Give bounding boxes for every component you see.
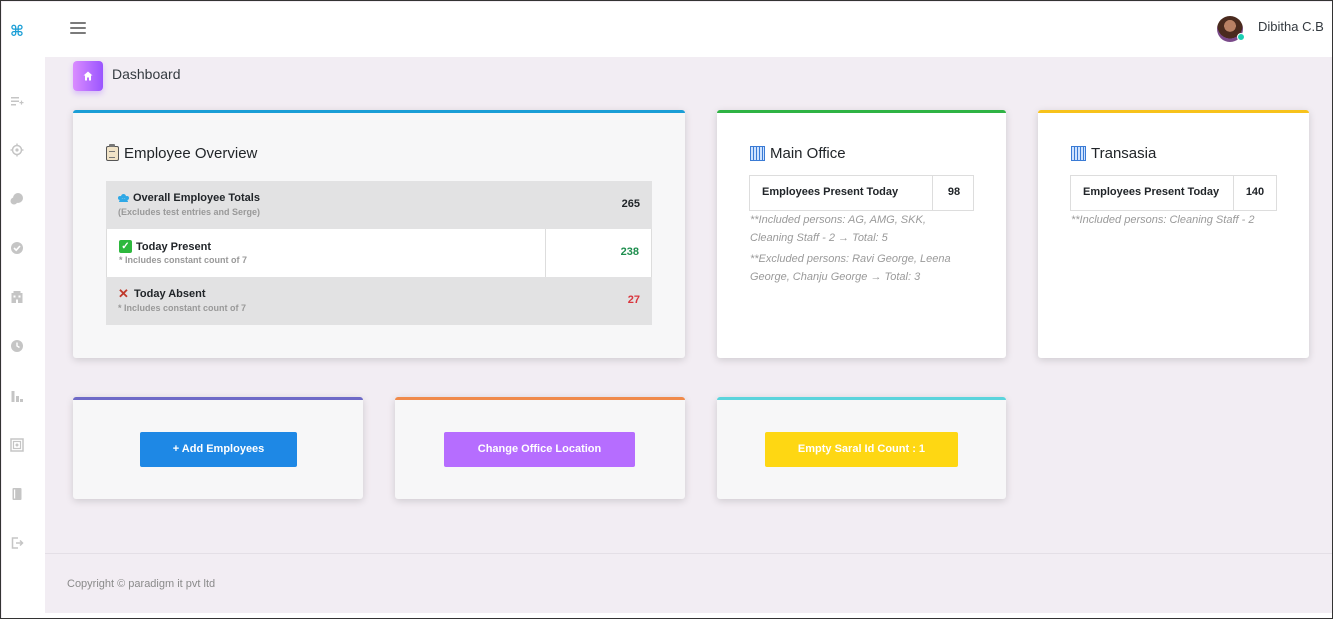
office-building-icon: [750, 146, 765, 161]
included-persons-note: **Included persons: AG, AMG, SKK, Cleani…: [750, 211, 926, 247]
top-navbar: Dibitha C.B: [45, 2, 1332, 57]
empty-saral-id-button[interactable]: Empty Saral Id Count : 1: [765, 432, 958, 467]
main-office-present-box: Employees Present Today 98: [749, 175, 974, 211]
overview-row-label: ✓ Today Present: [119, 240, 211, 253]
image-icon[interactable]: [10, 438, 24, 452]
change-office-location-button[interactable]: Change Office Location: [444, 432, 635, 467]
app-frame: ⌘ Dibitha C.B Dashboard Employee Overvie…: [0, 0, 1333, 619]
present-label: Today Present: [136, 240, 211, 253]
copyright-text: Copyright © paradigm it pvt ltd: [67, 578, 216, 590]
overview-row-label: ✕ Today Absent: [118, 286, 206, 301]
overview-row-present: ✓ Today Present * Includes constant coun…: [106, 229, 652, 277]
overview-row-totals: Overall Employee Totals (Excludes test e…: [106, 181, 652, 229]
check-circle-icon[interactable]: [10, 241, 24, 255]
clock-icon[interactable]: [10, 339, 24, 353]
employee-overview-title: Employee Overview: [106, 144, 258, 162]
empty-saral-card: Empty Saral Id Count : 1: [717, 397, 1006, 499]
card-accent-bar: [395, 397, 685, 400]
chat-bubble-icon[interactable]: [10, 192, 24, 206]
home-icon: [73, 61, 103, 91]
present-sub-note: * Includes constant count of 7: [119, 255, 248, 265]
main-office-title: Main Office: [750, 145, 846, 162]
excluded-persons-note: **Excluded persons: Ravi George, Leena G…: [750, 250, 951, 286]
card-title-text: Transasia: [1091, 145, 1157, 162]
card-title-text: Employee Overview: [124, 145, 258, 162]
totals-sub-note: (Excludes test entries and Serge): [118, 207, 261, 217]
absent-sub-note: * Includes constant count of 7: [118, 303, 247, 313]
users-icon: [118, 194, 129, 202]
online-status-dot: [1237, 33, 1245, 41]
cell-divider: [545, 229, 546, 277]
overview-row-absent: ✕ Today Absent * Includes constant count…: [106, 277, 652, 325]
present-today-label: Employees Present Today: [762, 186, 899, 198]
hamburger-menu-icon[interactable]: [70, 22, 86, 36]
totals-value: 265: [621, 198, 640, 210]
logout-icon[interactable]: [10, 536, 24, 550]
transasia-present-box: Employees Present Today 140: [1070, 175, 1277, 211]
present-today-label: Employees Present Today: [1083, 186, 1220, 198]
card-title-text: Main Office: [770, 145, 846, 162]
transasia-title: Transasia: [1071, 145, 1156, 162]
bottom-strip: [2, 613, 1332, 618]
playlist-add-icon[interactable]: [10, 94, 24, 108]
page-title: Dashboard: [112, 66, 181, 82]
target-icon[interactable]: [10, 143, 24, 157]
present-today-value: 98: [947, 186, 961, 198]
chart-icon[interactable]: [10, 389, 24, 403]
note-line: **Excluded persons: Ravi George, Leena: [750, 253, 951, 265]
app-logo-icon[interactable]: ⌘: [10, 22, 26, 40]
user-name[interactable]: Dibitha C.B: [1258, 19, 1324, 34]
book-icon[interactable]: [10, 487, 24, 501]
note-line: **Included persons: AG, AMG, SKK,: [750, 214, 926, 226]
transasia-card: Transasia Employees Present Today 140 **…: [1038, 110, 1309, 358]
cross-mark-icon: ✕: [118, 286, 129, 301]
footer: Copyright © paradigm it pvt ltd: [45, 553, 1332, 613]
check-mark-icon: ✓: [119, 240, 132, 253]
add-employees-card: + Add Employees: [73, 397, 363, 499]
overview-row-label: Overall Employee Totals: [118, 192, 260, 204]
absent-value: 27: [627, 294, 640, 306]
included-persons-note: **Included persons: Cleaning Staff - 2: [1071, 214, 1255, 226]
present-value: 238: [620, 246, 639, 258]
absent-label: Today Absent: [134, 288, 206, 300]
main-office-card: Main Office Employees Present Today 98 *…: [717, 110, 1006, 358]
add-employees-button[interactable]: + Add Employees: [140, 432, 297, 467]
card-accent-bar: [73, 110, 685, 113]
card-accent-bar: [717, 110, 1006, 113]
present-today-value: 140: [1245, 186, 1265, 198]
note-line: George, Chanju George → Total: 3: [750, 271, 921, 283]
change-office-card: Change Office Location: [395, 397, 685, 499]
card-accent-bar: [717, 397, 1006, 400]
card-accent-bar: [1038, 110, 1309, 113]
note-line: Cleaning Staff - 2 → Total: 5: [750, 232, 888, 244]
clipboard-icon: [106, 144, 119, 161]
building-icon[interactable]: [10, 290, 24, 304]
office-building-icon: [1071, 146, 1086, 161]
totals-label: Overall Employee Totals: [133, 192, 260, 204]
card-accent-bar: [73, 397, 363, 400]
sidebar: ⌘: [2, 2, 45, 618]
